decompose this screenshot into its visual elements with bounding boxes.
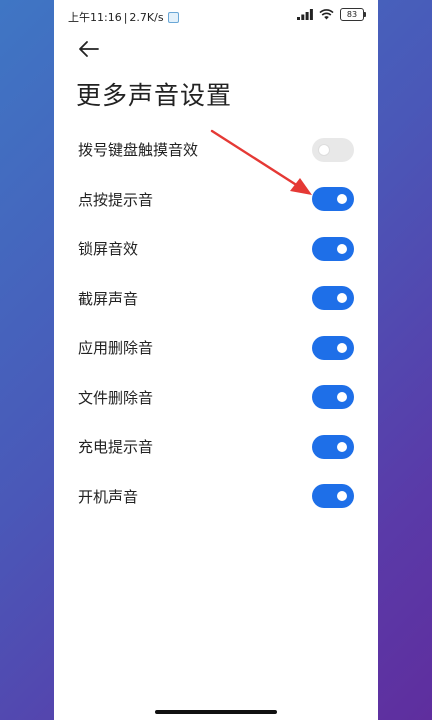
setting-label: 拨号键盘触摸音效 bbox=[78, 141, 199, 160]
setting-row[interactable]: 锁屏音效 bbox=[54, 224, 378, 274]
toggle-switch[interactable] bbox=[312, 434, 354, 459]
status-time: 上午11:16 bbox=[68, 11, 122, 24]
toggle-knob bbox=[337, 243, 347, 254]
setting-label: 开机声音 bbox=[78, 487, 139, 506]
setting-row[interactable]: 点按提示音 bbox=[54, 175, 378, 225]
toggle-knob bbox=[337, 293, 347, 304]
toggle-knob bbox=[337, 441, 347, 452]
back-button[interactable] bbox=[76, 36, 102, 62]
toggle-knob bbox=[337, 491, 347, 502]
battery-icon: 83 bbox=[340, 8, 366, 21]
status-separator: | bbox=[123, 10, 128, 24]
page-title: 更多声音设置 bbox=[76, 81, 233, 110]
network-speed: 2.7K/s bbox=[129, 10, 164, 24]
toggle-switch[interactable] bbox=[312, 484, 354, 509]
toggle-switch[interactable] bbox=[312, 137, 354, 162]
back-arrow-icon bbox=[79, 41, 99, 57]
setting-row[interactable]: 充电提示音 bbox=[54, 422, 378, 472]
signal-icon bbox=[297, 9, 313, 20]
toggle-knob bbox=[319, 144, 329, 155]
status-left: 上午11:16 | 2.7K/s bbox=[68, 9, 179, 25]
toggle-knob bbox=[337, 342, 347, 353]
wifi-icon bbox=[319, 9, 334, 20]
toggle-switch[interactable] bbox=[312, 286, 354, 311]
toggle-switch[interactable] bbox=[312, 335, 354, 360]
setting-row[interactable]: 应用删除音 bbox=[54, 323, 378, 373]
setting-label: 截屏声音 bbox=[78, 289, 139, 308]
toggle-knob bbox=[337, 194, 347, 205]
setting-label: 充电提示音 bbox=[78, 438, 154, 457]
setting-label: 文件删除音 bbox=[78, 388, 154, 407]
toggle-switch[interactable] bbox=[312, 385, 354, 410]
toggle-switch[interactable] bbox=[312, 187, 354, 212]
phone-screen: 上午11:16 | 2.7K/s 83 更多声音设置 拨号键盘触摸音效 点按提示… bbox=[54, 0, 378, 720]
app-notification-icon bbox=[167, 11, 179, 23]
status-bar: 上午11:16 | 2.7K/s 83 bbox=[54, 0, 378, 32]
toggle-knob bbox=[337, 392, 347, 403]
setting-row[interactable]: 截屏声音 bbox=[54, 274, 378, 324]
toggle-switch[interactable] bbox=[312, 236, 354, 261]
setting-row[interactable]: 开机声音 bbox=[54, 472, 378, 522]
home-indicator[interactable] bbox=[155, 710, 277, 714]
setting-row[interactable]: 文件删除音 bbox=[54, 373, 378, 423]
setting-label: 点按提示音 bbox=[78, 190, 154, 209]
status-right: 83 bbox=[297, 8, 366, 21]
settings-list: 拨号键盘触摸音效 点按提示音 锁屏音效 截屏声音 应用删除音 文件删除音 充电提… bbox=[54, 125, 378, 521]
setting-label: 锁屏音效 bbox=[78, 240, 139, 259]
setting-row[interactable]: 拨号键盘触摸音效 bbox=[54, 125, 378, 175]
setting-label: 应用删除音 bbox=[78, 339, 154, 358]
